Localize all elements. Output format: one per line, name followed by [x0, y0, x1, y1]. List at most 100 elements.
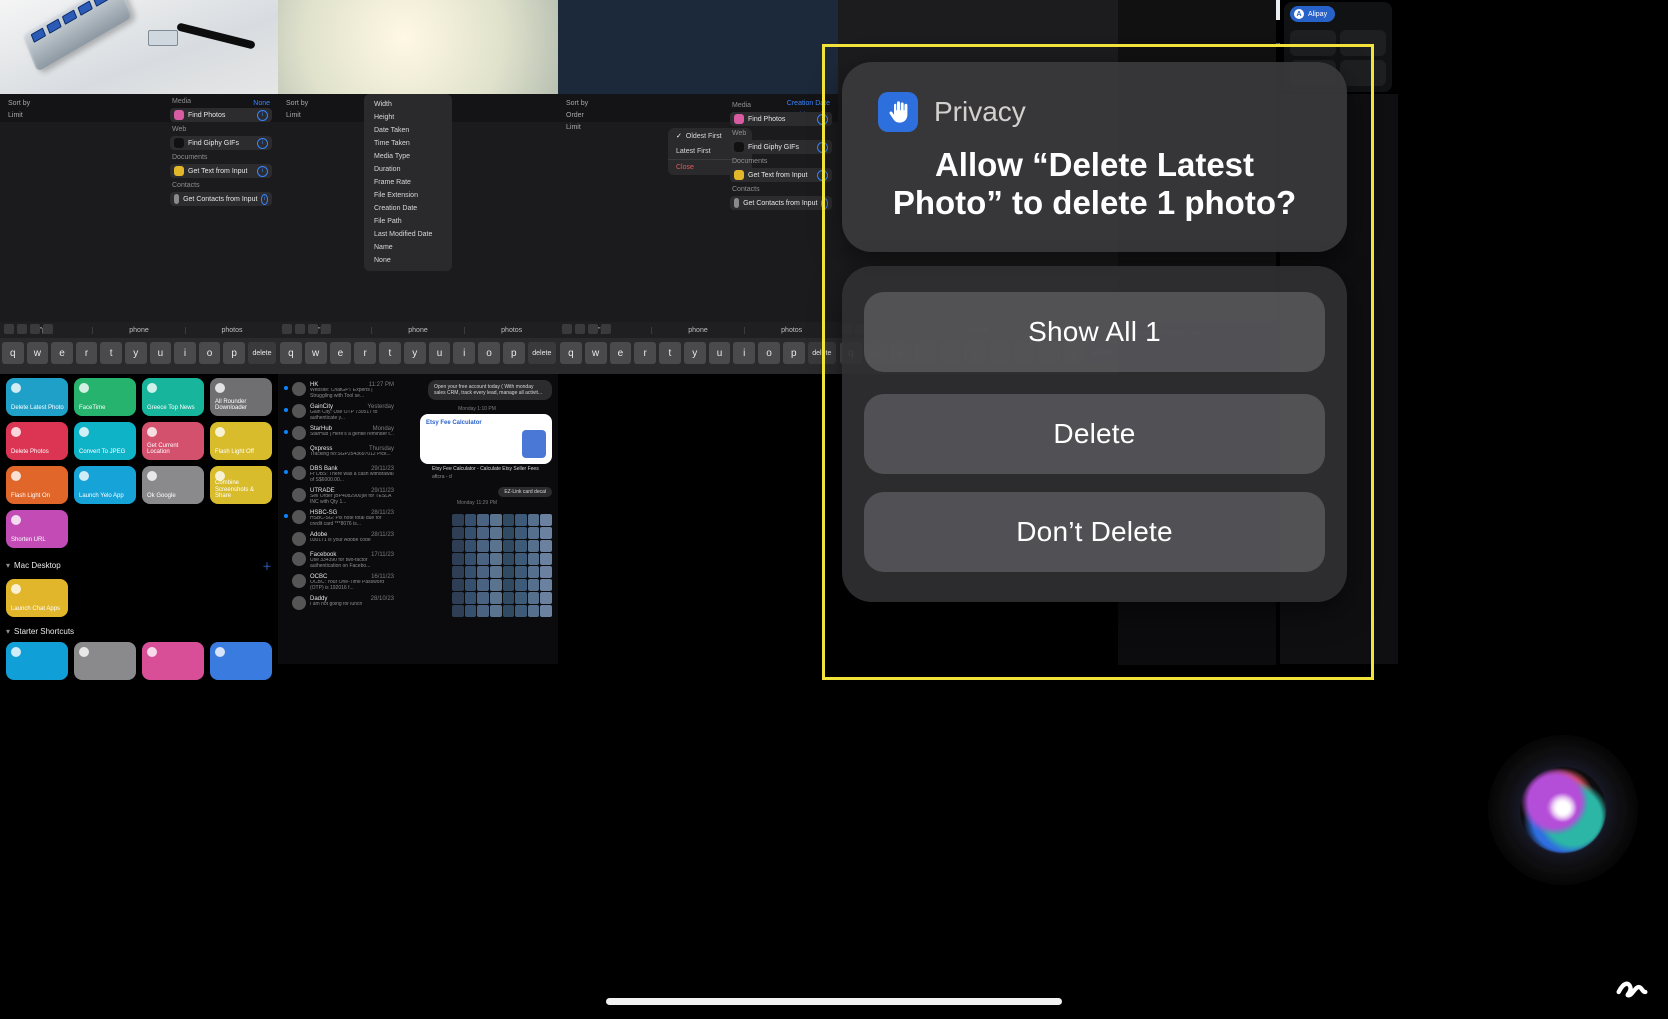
- key-t[interactable]: t: [379, 342, 401, 364]
- key-u[interactable]: u: [429, 342, 451, 364]
- sort-menu-item[interactable]: Duration: [364, 163, 452, 176]
- action-get-contacts[interactable]: Get Contacts from Inputi: [170, 192, 272, 206]
- home-indicator[interactable]: [606, 998, 1062, 1005]
- kb-suggestion[interactable]: photos: [745, 327, 838, 334]
- key-p[interactable]: p: [223, 342, 245, 364]
- key-o[interactable]: o: [478, 342, 500, 364]
- key-q[interactable]: q: [280, 342, 302, 364]
- message-thread[interactable]: Facebook17/11/23Use 334390 for two-facto…: [284, 552, 394, 568]
- key-y[interactable]: y: [684, 342, 706, 364]
- sort-menu-item[interactable]: Last Modified Date: [364, 228, 452, 241]
- key-delete[interactable]: delete: [248, 342, 276, 364]
- message-thread[interactable]: OCBC16/11/23OCBC: Your One-Time Password…: [284, 574, 394, 590]
- keyboard-1[interactable]: "ph"phonephotosqwertyuiopdelete: [0, 322, 278, 374]
- shortcut-tile[interactable]: Get Current Location: [142, 422, 204, 460]
- key-w[interactable]: w: [585, 342, 607, 364]
- shortcut-tile[interactable]: Ok Google: [142, 466, 204, 504]
- message-thread[interactable]: DBS Bank29/11/23Fr DBS: There was a cash…: [284, 466, 394, 482]
- add-shortcut-button[interactable]: ＋: [262, 558, 272, 573]
- sort-menu-item[interactable]: Creation Date: [364, 202, 452, 215]
- action-get-text[interactable]: Get Text from Inputi: [170, 164, 272, 178]
- key-r[interactable]: r: [354, 342, 376, 364]
- link-card[interactable]: Etsy Fee Calculator: [420, 414, 552, 464]
- sort-menu-item[interactable]: Media Type: [364, 150, 452, 163]
- shortcut-tile[interactable]: Convert To JPEG: [74, 422, 136, 460]
- shortcut-tile[interactable]: Flash Light Off: [210, 422, 272, 460]
- sort-menu-item[interactable]: None: [364, 254, 452, 267]
- action-find-photos[interactable]: Find Photosi: [730, 112, 832, 126]
- shortcut-tile[interactable]: All Rounder Downloader: [210, 378, 272, 416]
- sort-menu-item[interactable]: File Path: [364, 215, 452, 228]
- kb-suggestion[interactable]: phone: [651, 327, 746, 334]
- key-u[interactable]: u: [150, 342, 172, 364]
- delete-button[interactable]: Delete: [864, 394, 1325, 474]
- siri-orb-icon[interactable]: [1488, 735, 1638, 885]
- key-r[interactable]: r: [76, 342, 98, 364]
- message-thread[interactable]: Adobe28/11/23030171 is your Adobe code: [284, 532, 394, 546]
- scribble-icon[interactable]: [1612, 962, 1652, 1007]
- key-delete[interactable]: delete: [808, 342, 836, 364]
- key-p[interactable]: p: [783, 342, 805, 364]
- kb-suggestion[interactable]: photos: [465, 327, 558, 334]
- action-find-giphy[interactable]: Find Giphy GIFsi: [730, 140, 832, 154]
- key-e[interactable]: e: [330, 342, 352, 364]
- keyboard-2[interactable]: "ph"phonephotosqwertyuiopdelete: [278, 322, 558, 374]
- sortby-menu[interactable]: WidthHeightDate TakenTime TakenMedia Typ…: [364, 94, 452, 271]
- key-w[interactable]: w: [27, 342, 49, 364]
- action-find-giphy[interactable]: Find Giphy GIFsi: [170, 136, 272, 150]
- message-thread[interactable]: Daddy28/10/23I am not going for lunch: [284, 596, 394, 610]
- key-i[interactable]: i: [174, 342, 196, 364]
- key-r[interactable]: r: [634, 342, 656, 364]
- key-i[interactable]: i: [733, 342, 755, 364]
- kb-suggestion[interactable]: photos: [186, 327, 278, 334]
- shortcut-tile[interactable]: [210, 642, 272, 680]
- dont-delete-button[interactable]: Don’t Delete: [864, 492, 1325, 572]
- shortcut-tile[interactable]: Delete Photos: [6, 422, 68, 460]
- key-e[interactable]: e: [610, 342, 632, 364]
- action-get-text[interactable]: Get Text from Inputi: [730, 168, 832, 182]
- shortcut-tile[interactable]: Shorten URL: [6, 510, 68, 548]
- action-get-contacts[interactable]: Get Contacts from Inputi: [730, 196, 832, 210]
- key-q[interactable]: q: [560, 342, 582, 364]
- shortcut-tile[interactable]: Combine Screenshots & Share: [210, 466, 272, 504]
- key-w[interactable]: w: [305, 342, 327, 364]
- key-y[interactable]: y: [125, 342, 147, 364]
- shortcut-tile[interactable]: [74, 642, 136, 680]
- message-thread[interactable]: QxpressThursdayTracking no:SGP2543697012…: [284, 446, 394, 460]
- sort-menu-item[interactable]: Frame Rate: [364, 176, 452, 189]
- shortcut-tile[interactable]: [6, 642, 68, 680]
- key-o[interactable]: o: [758, 342, 780, 364]
- key-q[interactable]: q: [2, 342, 24, 364]
- key-u[interactable]: u: [709, 342, 731, 364]
- key-e[interactable]: e: [51, 342, 73, 364]
- sort-menu-item[interactable]: Time Taken: [364, 137, 452, 150]
- kb-suggestion[interactable]: phone: [371, 327, 466, 334]
- shortcut-tile[interactable]: Delete Latest Photo: [6, 378, 68, 416]
- key-t[interactable]: t: [659, 342, 681, 364]
- sort-menu-item[interactable]: Name: [364, 241, 452, 254]
- message-thread[interactable]: StarHubMonday StarHub | Here's a gentle …: [284, 426, 394, 440]
- key-o[interactable]: o: [199, 342, 221, 364]
- kb-suggestion[interactable]: phone: [92, 327, 186, 334]
- shortcut-tile[interactable]: FaceTime: [74, 378, 136, 416]
- key-delete[interactable]: delete: [528, 342, 556, 364]
- keyboard-3[interactable]: "ph"phonephotosqwertyuiopdelete: [558, 322, 838, 374]
- action-find-photos[interactable]: Find Photosi: [170, 108, 272, 122]
- sort-menu-item[interactable]: Date Taken: [364, 124, 452, 137]
- key-y[interactable]: y: [404, 342, 426, 364]
- message-thread[interactable]: GainCityYesterdayGain City: Use OTP 7305…: [284, 404, 394, 420]
- shortcut-tile[interactable]: Greece Top News: [142, 378, 204, 416]
- key-t[interactable]: t: [100, 342, 122, 364]
- key-p[interactable]: p: [503, 342, 525, 364]
- shortcut-tile[interactable]: Flash Light On: [6, 466, 68, 504]
- message-thread[interactable]: HK11:27 PMWebsite: ChatGPT Experts | Str…: [284, 382, 394, 398]
- messages-thread-list[interactable]: HK11:27 PMWebsite: ChatGPT Experts | Str…: [284, 382, 394, 616]
- message-thread[interactable]: UTRADE29/11/23Sell Order [BP4082900]M fo…: [284, 488, 394, 504]
- sort-menu-item[interactable]: File Extension: [364, 189, 452, 202]
- key-i[interactable]: i: [453, 342, 475, 364]
- shortcut-tile[interactable]: Launch Chat Apps: [6, 579, 68, 617]
- shortcut-tile[interactable]: Launch Yelo App: [74, 466, 136, 504]
- show-all-button[interactable]: Show All 1: [864, 292, 1325, 372]
- message-thread[interactable]: HSBC-SG28/11/23HSBC-SG: Pls note total d…: [284, 510, 394, 526]
- sort-menu-item[interactable]: Width: [364, 98, 452, 111]
